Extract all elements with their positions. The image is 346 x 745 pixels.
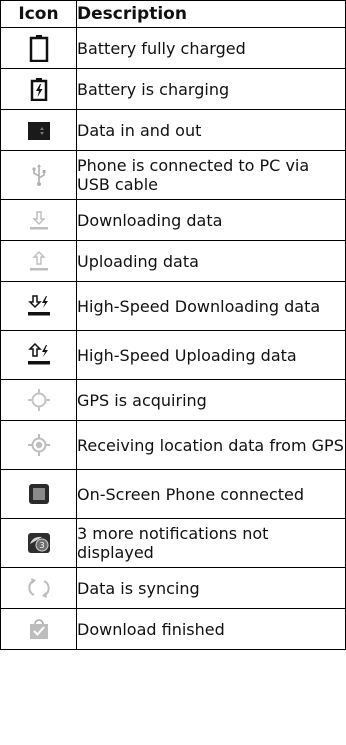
table-row: Data in and out xyxy=(0,109,346,151)
more-notifications-icon: 3 xyxy=(27,532,51,554)
table-row: High-Speed Uploading data xyxy=(0,330,346,380)
row-description: Battery fully charged xyxy=(76,27,346,69)
notification-count-badge: 3 xyxy=(39,541,44,550)
table-row: Downloading data xyxy=(0,199,346,241)
battery-charging-icon xyxy=(30,77,48,101)
table-row: Battery fully charged xyxy=(0,27,346,69)
data-in-out-icon xyxy=(27,121,50,140)
row-description: Receiving location data from GPS xyxy=(76,420,346,470)
table-row: Battery is charging xyxy=(0,68,346,110)
high-speed-download-icon xyxy=(26,294,52,318)
row-description: Download finished xyxy=(76,608,346,650)
gps-acquiring-icon xyxy=(27,388,51,412)
upload-icon xyxy=(28,250,50,272)
usb-icon xyxy=(30,163,48,187)
on-screen-phone-icon xyxy=(28,483,50,505)
download-finished-icon xyxy=(28,618,50,640)
description-column-header: Description xyxy=(76,0,346,28)
table-row: Uploading data xyxy=(0,240,346,282)
gps-receiving-icon xyxy=(27,433,51,457)
row-description: Battery is charging xyxy=(76,68,346,110)
row-description: Data in and out xyxy=(76,109,346,151)
table-row: 3 3 more notifications not displayed xyxy=(0,518,346,568)
table-header-row: Icon Description xyxy=(0,0,346,28)
table-row: On-Screen Phone connected xyxy=(0,469,346,519)
table-row: GPS is acquiring xyxy=(0,379,346,421)
row-description: 3 more notifications not displayed xyxy=(76,518,346,568)
row-description: Uploading data xyxy=(76,240,346,282)
table-row: Receiving location data from GPS xyxy=(0,420,346,470)
table-row: Phone is connected to PC via USB cable xyxy=(0,150,346,200)
battery-full-icon xyxy=(29,34,49,62)
row-description: On-Screen Phone connected xyxy=(76,469,346,519)
sync-icon xyxy=(27,576,51,600)
table-row: Download finished xyxy=(0,608,346,650)
table-row: High-Speed Downloading data xyxy=(0,281,346,331)
download-icon xyxy=(28,209,50,231)
row-description: Phone is connected to PC via USB cable xyxy=(76,150,346,200)
table-row: Data is syncing xyxy=(0,567,346,609)
high-speed-upload-icon xyxy=(26,343,52,367)
row-description: GPS is acquiring xyxy=(76,379,346,421)
row-description: Downloading data xyxy=(76,199,346,241)
row-description: High-Speed Downloading data xyxy=(76,281,346,331)
row-description: Data is syncing xyxy=(76,567,346,609)
icon-column-header: Icon xyxy=(0,0,77,28)
row-description: High-Speed Uploading data xyxy=(76,330,346,380)
status-icon-legend-table: Icon Description Battery fully charged B… xyxy=(0,0,346,650)
